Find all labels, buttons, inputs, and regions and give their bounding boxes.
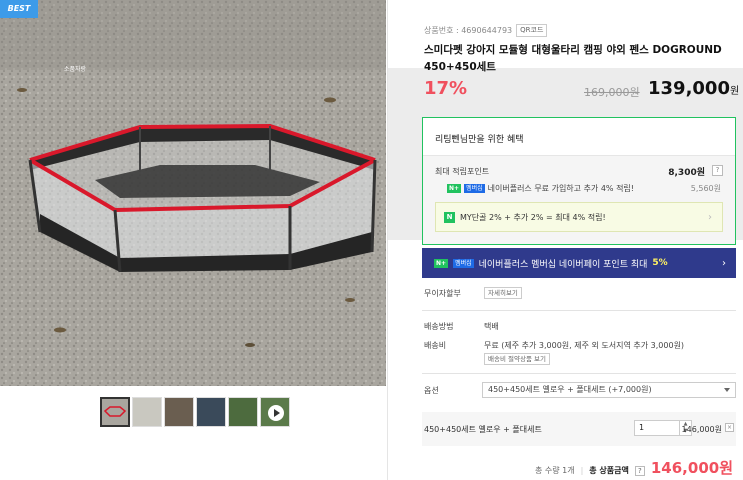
sale-price-value: 139,000 xyxy=(648,78,730,99)
help-icon[interactable]: ? xyxy=(634,466,645,476)
shipping-saving-button[interactable]: 배송비 절약상품 보기 xyxy=(484,353,550,365)
product-code: 상품번호 : 4690644793 QR코드 xyxy=(424,24,548,37)
my-regular-text: MY단골 2% + 추가 2% = 최대 4% 적립! xyxy=(460,212,606,222)
my-regular-box[interactable]: N MY단골 2% + 추가 2% = 최대 4% 적립! › xyxy=(435,202,723,232)
chevron-down-icon xyxy=(724,388,730,392)
discount-rate: 17% xyxy=(424,78,468,99)
shipping-method-value: 택배 xyxy=(484,322,499,331)
naver-n-icon: N xyxy=(444,211,455,223)
naverplus-badge: N+ xyxy=(447,184,462,193)
membership-badge: 멤버십 xyxy=(453,258,474,268)
thumbnail-4[interactable] xyxy=(196,397,226,427)
option-select[interactable]: 450+450세트 옐로우 + 폴대세트 (+7,000원) xyxy=(482,382,736,398)
benefit-details: 최대 적립포인트 8,300원 ? N+ 멤버십 네이버플러스 무료 가입하고 … xyxy=(423,155,735,244)
play-icon xyxy=(268,405,284,421)
naverplus-text: 네이버플러스 무료 가입하고 추가 4% 적립! xyxy=(487,184,634,193)
divider xyxy=(422,310,736,311)
best-badge: BEST xyxy=(0,0,38,18)
option-selected-value: 450+450세트 옐로우 + 폴대세트 (+7,000원) xyxy=(488,385,652,394)
interest-free-label: 무이자할부 xyxy=(424,289,461,298)
thumbnail-5[interactable] xyxy=(228,397,258,427)
product-code-text: 상품번호 : 4690644793 xyxy=(424,26,513,35)
banner-highlight: 5% xyxy=(652,258,668,268)
product-page: BEST 소품자랑 상품번호: 4690644793 QR코드 스미다펫 강아… xyxy=(0,0,743,480)
original-price: 169,000원 xyxy=(584,86,640,99)
chevron-right-icon: › xyxy=(708,211,712,223)
interest-detail-button[interactable]: 자세히보기 xyxy=(484,287,522,299)
thumbnail-2[interactable] xyxy=(132,397,162,427)
product-info-panel: 상품번호 : 4690644793 QR코드 스미다펫 강아지 모듈형 대형울타… xyxy=(388,0,743,480)
qr-code-button[interactable]: QR코드 xyxy=(516,24,548,37)
thumbnail-1[interactable] xyxy=(100,397,130,427)
total-summary: 총 수량 1개 | 총 상품금액 ? 146,000원 xyxy=(535,457,733,478)
shipping-method-label: 배송방법 xyxy=(424,322,454,331)
thumbnail-3[interactable] xyxy=(164,397,194,427)
divider xyxy=(422,373,736,374)
selected-option-name: 450+450세트 옐로우 + 폴대세트 xyxy=(424,425,542,434)
benefit-title: 리팅뻰님만을 위한 혜택 xyxy=(435,135,524,145)
banner-text: 네이버플러스 멤버십 네이버페이 포인트 최대 xyxy=(478,259,648,270)
naverplus-badge: N+ xyxy=(434,258,449,268)
total-amount: 146,000원 xyxy=(650,459,733,477)
thumbnail-strip xyxy=(100,397,290,429)
product-title: 스미다펫 강아지 모듈형 대형울타리 캠핑 야외 펜스 DOGROUND 450… xyxy=(424,44,722,73)
shipping-fee-value: 무료 (제주 추가 3,000원, 제주 외 도서지역 추가 3,000원) xyxy=(484,341,685,350)
help-icon[interactable]: ? xyxy=(712,165,723,176)
separator: | xyxy=(580,466,584,475)
quantity-value: 1 xyxy=(639,423,645,432)
shipping-fee-label: 배송비 xyxy=(424,341,447,350)
naverplus-membership-banner[interactable]: N+ 멤버십 네이버플러스 멤버십 네이버페이 포인트 최대 5% › xyxy=(422,248,736,278)
total-label: 총 상품금액 xyxy=(589,466,629,475)
product-gallery: BEST 소품자랑 xyxy=(0,0,388,480)
option-label: 옵션 xyxy=(424,386,439,395)
selected-option-row: 450+450세트 옐로우 + 폴대세트 1 ▲ ▼ 146,000원 × xyxy=(422,412,736,446)
sale-price-unit: 원 xyxy=(729,86,740,97)
max-points-value: 8,300원 xyxy=(668,168,705,178)
benefit-box: 리팅뻰님만을 위한 혜택 최대 적립포인트 8,300원 ? N+ 멤버십 네이… xyxy=(422,117,736,245)
chevron-right-icon: › xyxy=(722,257,726,269)
fence-photo xyxy=(0,0,386,386)
membership-badge: 멤버십 xyxy=(464,184,485,193)
main-product-image[interactable]: BEST 소품자랑 xyxy=(0,0,386,386)
watermark: 소품자랑 xyxy=(64,66,87,73)
sale-price: 139,000원 xyxy=(648,78,739,99)
max-points-label: 최대 적립포인트 xyxy=(435,167,490,176)
selected-option-price: 146,000원 xyxy=(681,425,722,434)
total-quantity: 총 수량 1개 xyxy=(534,466,575,475)
naverplus-benefit-row[interactable]: N+ 멤버십 네이버플러스 무료 가입하고 추가 4% 적립! xyxy=(447,183,634,194)
remove-option-button[interactable]: × xyxy=(725,423,734,432)
thumbnail-video[interactable] xyxy=(260,397,290,427)
naverplus-value: 5,560원 xyxy=(690,184,721,193)
